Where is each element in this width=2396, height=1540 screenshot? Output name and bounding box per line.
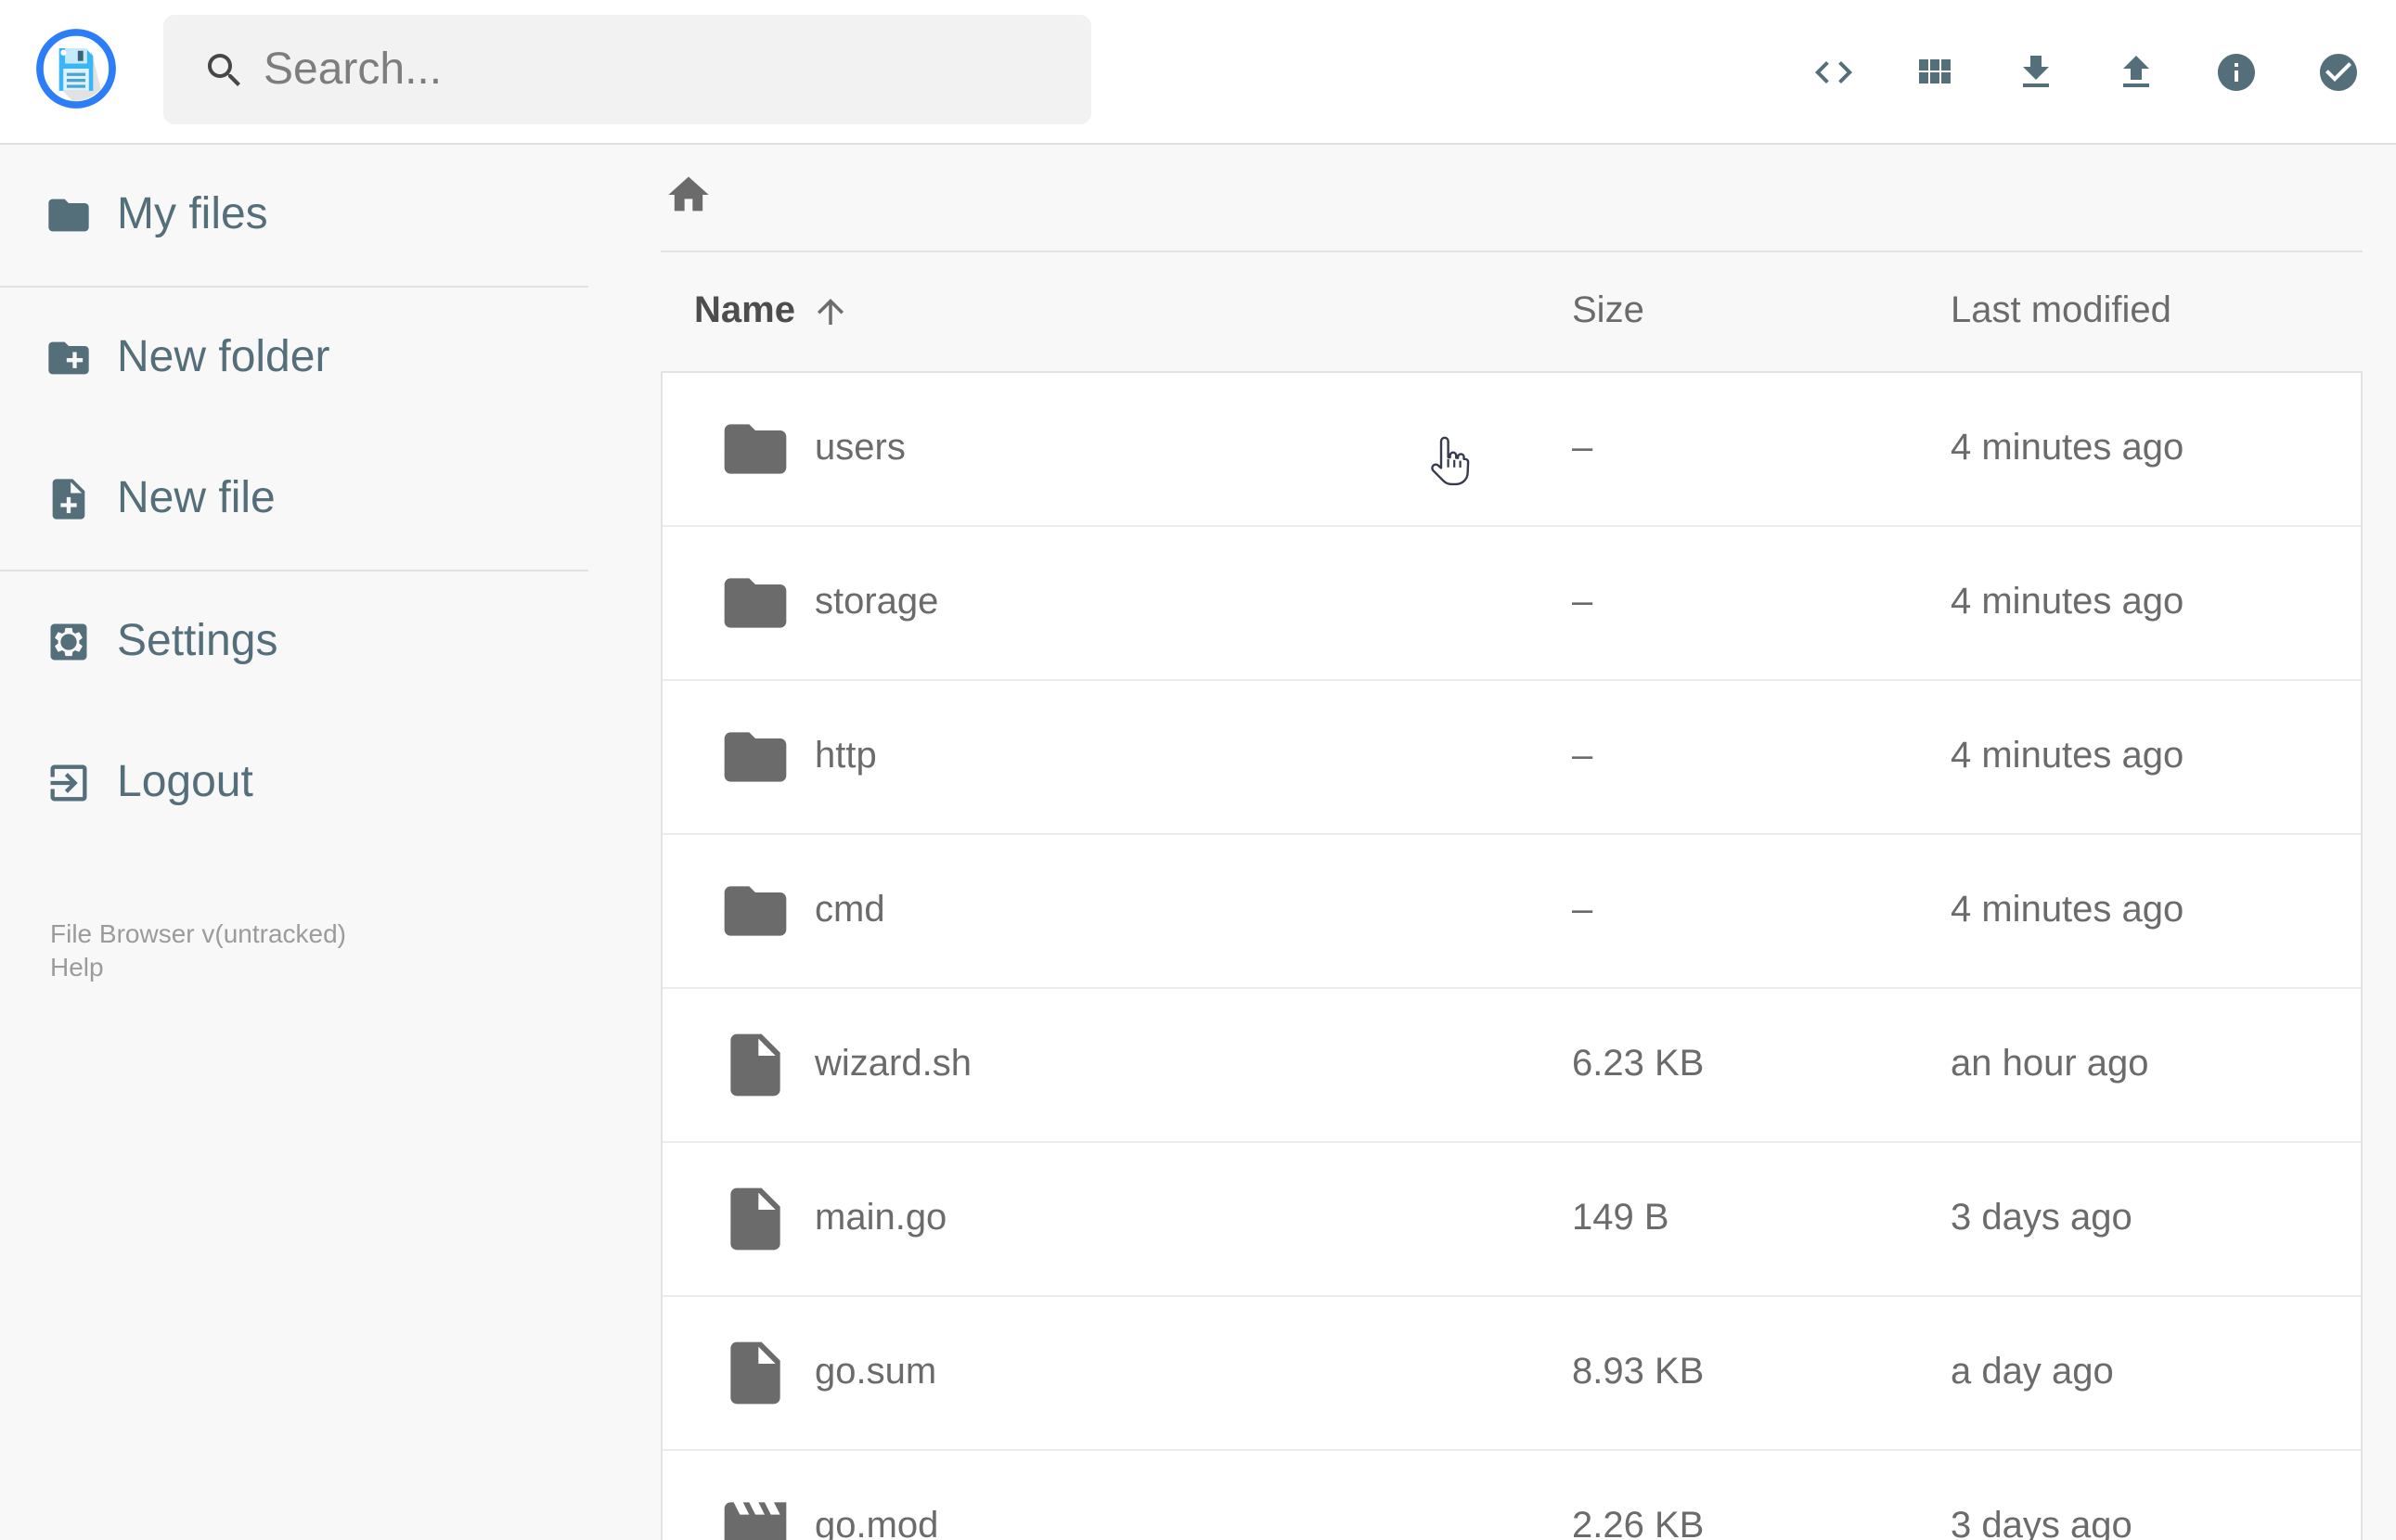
file-size: – xyxy=(1572,890,1593,930)
logout-icon xyxy=(45,759,93,807)
download-icon xyxy=(2014,49,2058,94)
file-modified: 4 minutes ago xyxy=(1951,428,2184,468)
folder-icon xyxy=(718,874,792,948)
file-modified: 4 minutes ago xyxy=(1951,582,2184,622)
arrow-up-icon xyxy=(812,292,851,331)
file-size: 149 B xyxy=(1572,1198,1669,1238)
info-button[interactable] xyxy=(2187,0,2288,143)
file-name: main.go xyxy=(815,1198,947,1238)
column-header-size[interactable]: Size xyxy=(1572,290,1644,333)
column-header-name[interactable]: Name xyxy=(694,290,851,333)
sidebar-footer: File Browser v(untracked) Help xyxy=(0,917,588,983)
file-row-go.sum[interactable]: go.sum 8.93 KB a day ago xyxy=(663,1297,2361,1451)
column-header-modified[interactable]: Last modified xyxy=(1951,290,2171,333)
breadcrumb-home-button[interactable] xyxy=(653,160,724,230)
file-modified: an hour ago xyxy=(1951,1044,2149,1084)
file-name: wizard.sh xyxy=(815,1044,972,1084)
file-modified: 3 days ago xyxy=(1951,1506,2132,1540)
file-size: – xyxy=(1572,428,1593,468)
file-row-http[interactable]: http – 4 minutes ago xyxy=(663,681,2361,835)
file-name: storage xyxy=(815,582,939,622)
column-name-label: Name xyxy=(694,290,795,331)
folder-icon xyxy=(718,412,792,486)
file-size: 6.23 KB xyxy=(1572,1044,1705,1084)
file-icon xyxy=(718,1336,792,1410)
sidebar: My files New folder New file Settings Logout… xyxy=(0,145,588,1540)
sidebar-item-label: New folder xyxy=(117,332,330,382)
version-link[interactable]: File Browser v(untracked) xyxy=(50,917,588,950)
file-name: cmd xyxy=(815,890,885,930)
file-modified: 3 days ago xyxy=(1951,1198,2132,1238)
new-folder-icon xyxy=(45,334,93,382)
file-name: http xyxy=(815,736,877,776)
upload-button[interactable] xyxy=(2086,0,2187,143)
video-icon xyxy=(718,1490,792,1540)
switch-view-button[interactable] xyxy=(1885,0,1986,143)
new-file-icon xyxy=(45,475,93,523)
file-name: go.sum xyxy=(815,1352,937,1392)
header-actions xyxy=(1784,0,2389,143)
select-multiple-button[interactable] xyxy=(2287,0,2389,143)
file-modified: a day ago xyxy=(1951,1352,2114,1392)
file-icon xyxy=(718,1028,792,1102)
info-icon xyxy=(2215,49,2260,94)
sidebar-item-label: My files xyxy=(117,189,268,239)
top-bar xyxy=(0,0,2396,145)
folder-icon xyxy=(718,566,792,640)
file-row-users[interactable]: users – 4 minutes ago xyxy=(663,373,2361,527)
code-icon xyxy=(1811,49,1856,94)
folder-icon xyxy=(718,720,792,794)
upload-icon xyxy=(2114,49,2158,94)
download-button[interactable] xyxy=(1985,0,2086,143)
sidebar-nav: My files New folder New file Settings Logout xyxy=(0,145,588,853)
raw-view-button[interactable] xyxy=(1784,0,1885,143)
file-modified: 4 minutes ago xyxy=(1951,736,2184,776)
sidebar-item-label: Logout xyxy=(117,757,253,807)
file-listing: users – 4 minutes ago storage – 4 minutes ago… xyxy=(661,371,2363,1540)
file-row-main.go[interactable]: main.go 149 B 3 days ago xyxy=(663,1143,2361,1297)
sidebar-item-new-file[interactable]: New file xyxy=(0,429,588,570)
sidebar-item-my-files[interactable]: My files xyxy=(0,145,588,286)
search-bar xyxy=(163,15,1091,124)
file-size: 2.26 KB xyxy=(1572,1506,1705,1540)
file-size: – xyxy=(1572,736,1593,776)
settings-icon xyxy=(45,618,93,666)
file-modified: 4 minutes ago xyxy=(1951,890,2184,930)
search-input[interactable] xyxy=(163,15,1091,124)
view-module-icon xyxy=(1913,49,1957,94)
filebrowser-app: My files New folder New file Settings Logout… xyxy=(0,0,2396,1540)
file-name: users xyxy=(815,428,906,468)
sidebar-item-settings[interactable]: Settings xyxy=(0,571,588,712)
file-size: – xyxy=(1572,582,1593,622)
floppy-disk-logo-icon xyxy=(35,28,117,109)
folder-icon xyxy=(45,191,93,239)
filebrowser-logo[interactable] xyxy=(35,28,117,109)
sidebar-item-new-folder[interactable]: New folder xyxy=(0,288,588,429)
file-size: 8.93 KB xyxy=(1572,1352,1705,1392)
listing-header: Name Size Last modified xyxy=(661,252,2363,371)
sidebar-item-label: Settings xyxy=(117,616,278,666)
file-row-go.mod[interactable]: go.mod 2.26 KB 3 days ago xyxy=(663,1451,2361,1540)
home-icon xyxy=(664,171,713,219)
file-row-storage[interactable]: storage – 4 minutes ago xyxy=(663,527,2361,681)
file-row-cmd[interactable]: cmd – 4 minutes ago xyxy=(663,835,2361,989)
sidebar-item-label: New file xyxy=(117,473,276,523)
sidebar-item-logout[interactable]: Logout xyxy=(0,712,588,853)
help-link[interactable]: Help xyxy=(50,950,588,983)
check-circle-icon xyxy=(2316,49,2361,94)
file-icon xyxy=(718,1182,792,1256)
file-row-wizard.sh[interactable]: wizard.sh 6.23 KB an hour ago xyxy=(663,989,2361,1143)
file-name: go.mod xyxy=(815,1506,939,1540)
